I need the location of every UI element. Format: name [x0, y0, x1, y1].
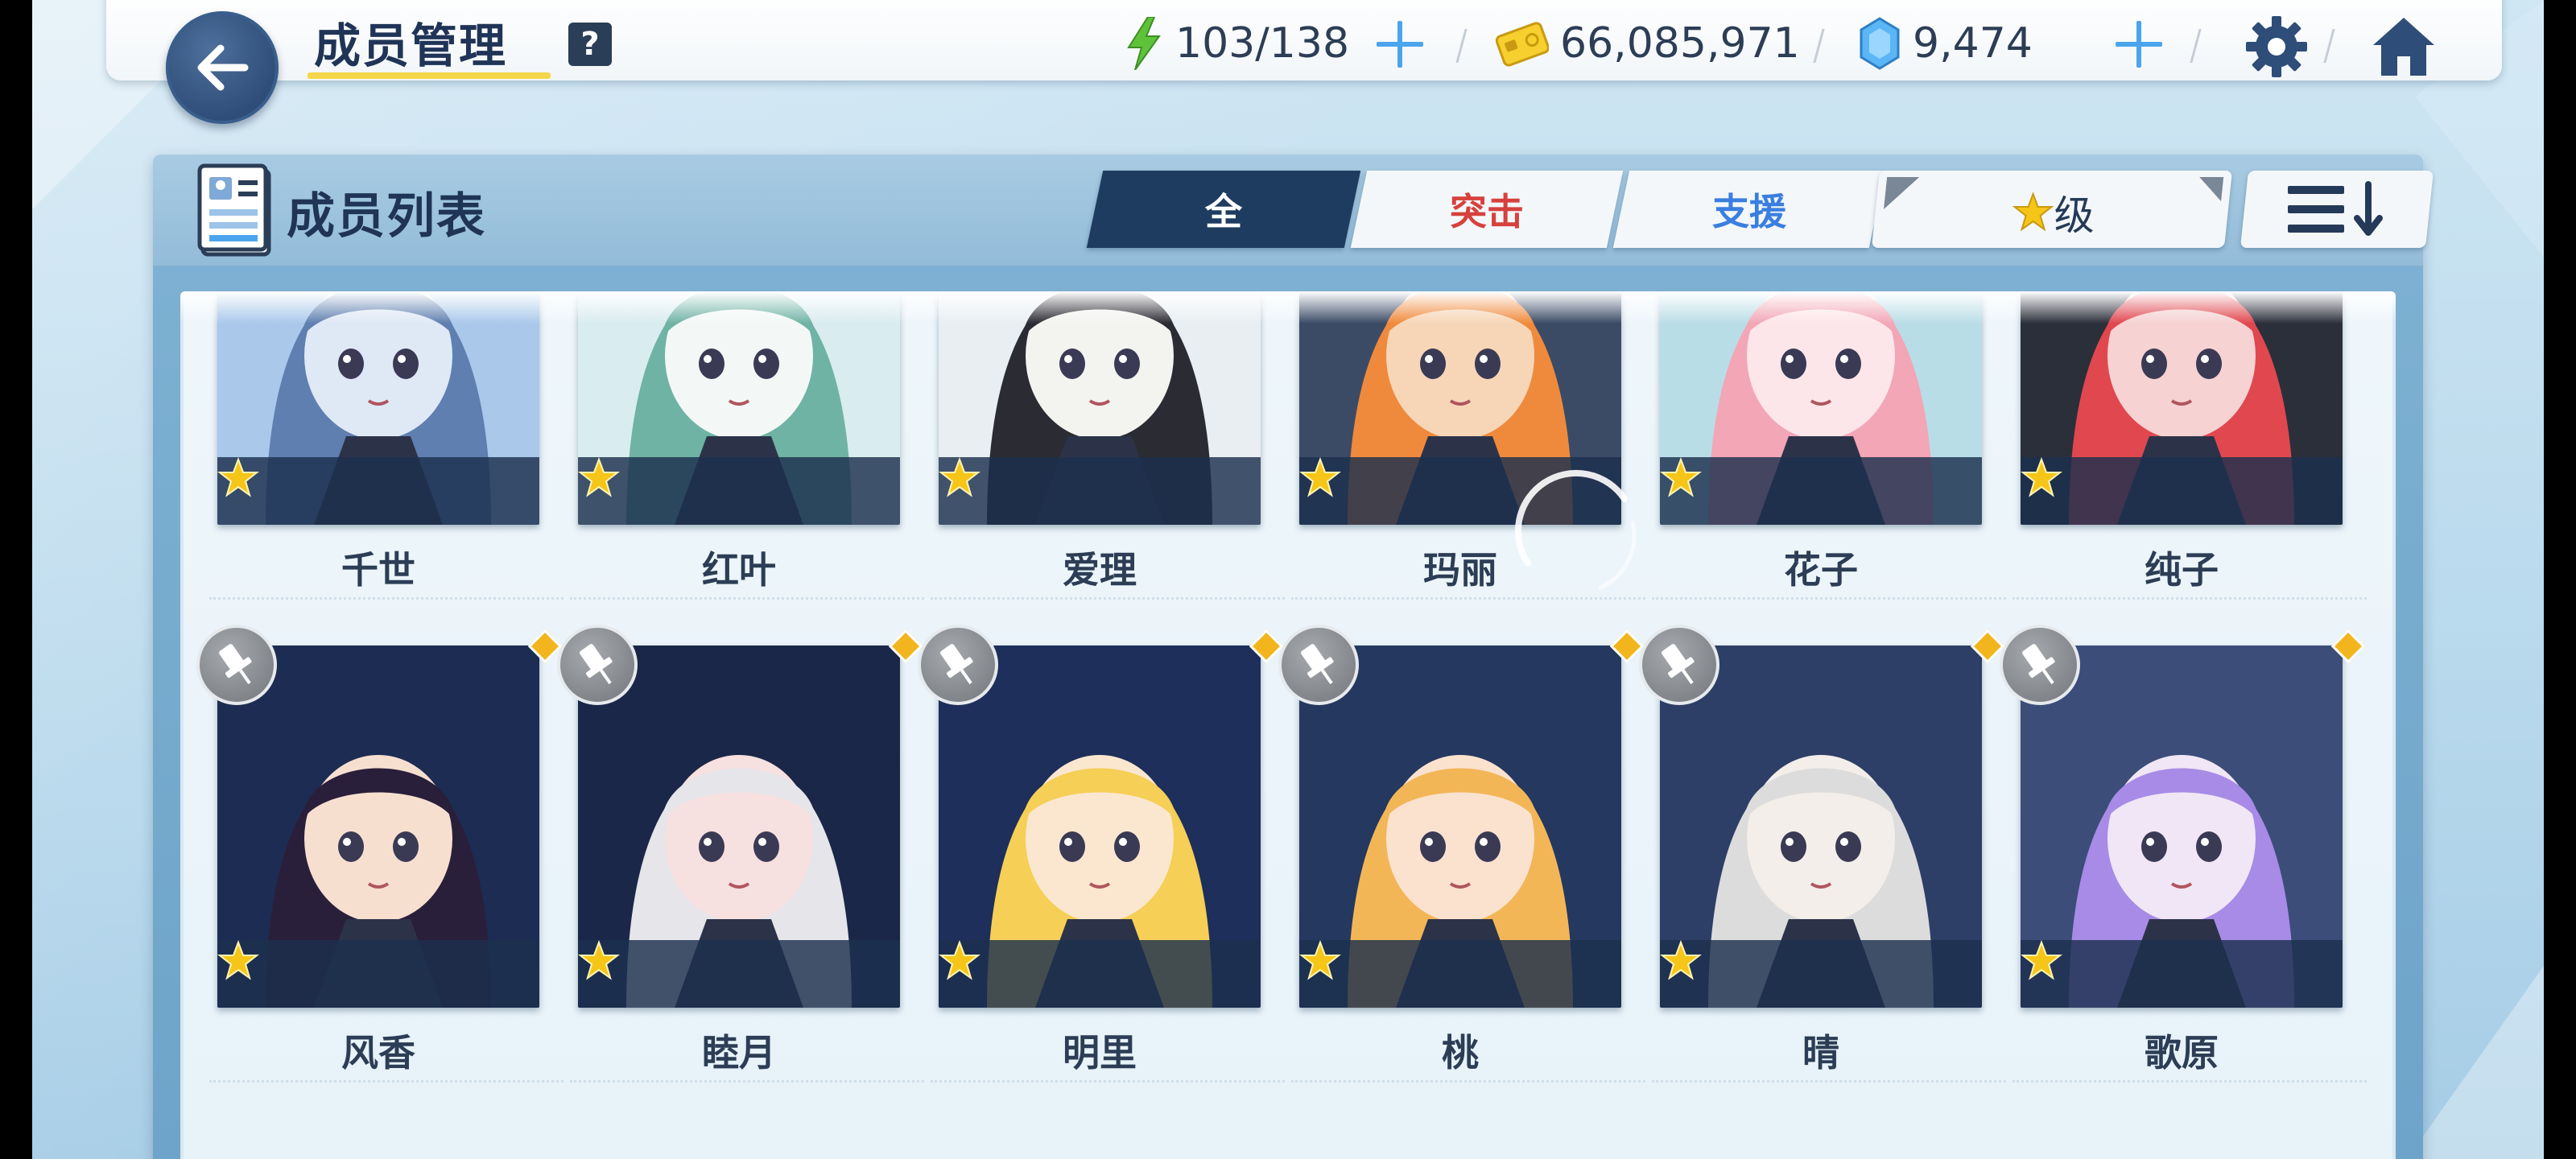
credits-display: 66,085,971	[1496, 11, 1800, 76]
divider	[2013, 597, 2367, 601]
gems-value: 9,474	[1913, 19, 2033, 68]
back-arrow-icon	[197, 44, 249, 91]
star-filter-dropdown[interactable]: 级	[1871, 171, 2233, 248]
character-name: 纯子	[2145, 548, 2219, 592]
home-icon	[2373, 18, 2434, 76]
back-button[interactable]	[166, 11, 279, 124]
star-rating	[1299, 940, 1621, 1008]
character-portrait	[2021, 291, 2343, 525]
character-name: 睦月	[702, 1031, 776, 1074]
filter-label: 级	[2054, 192, 2095, 239]
page-title: 成员管理	[314, 19, 508, 73]
pin-icon[interactable]	[2000, 625, 2080, 705]
character-name: 歌原	[2145, 1031, 2219, 1074]
star-rating	[1660, 940, 1982, 1008]
pin-icon[interactable]	[1639, 625, 1719, 705]
character-card[interactable]: 歌原	[2000, 625, 2367, 1096]
star-icon	[2012, 192, 2054, 232]
stamina-value: 103/138	[1175, 19, 1350, 68]
member-list-panel: 成员列表 全 突击 支援 级 千世 红叶 爱理 玛丽 花子 纯子 风香 睦月 明…	[153, 155, 2434, 1159]
settings-button[interactable]	[2243, 13, 2310, 80]
star-rating	[578, 940, 900, 1008]
tab-assault-label: 突击	[1450, 190, 1524, 233]
title-underline	[308, 72, 551, 79]
character-card[interactable]: 明里	[918, 625, 1285, 1096]
character-card[interactable]: 晴	[1639, 625, 2006, 1096]
tab-support[interactable]: 支援	[1612, 171, 1886, 248]
tab-all[interactable]: 全	[1086, 171, 1361, 248]
add-gems-button[interactable]	[2116, 21, 2162, 68]
tab-support-label: 支援	[1712, 190, 1786, 233]
dropdown-corner-icon	[2197, 177, 2224, 201]
character-name: 风香	[341, 1031, 415, 1074]
divider	[570, 597, 924, 601]
character-portrait	[939, 291, 1261, 525]
filter-icon	[1884, 177, 1920, 209]
panel-title: 成员列表	[287, 188, 486, 245]
character-portrait	[578, 291, 900, 525]
character-name: 爱理	[1063, 548, 1137, 592]
character-portrait	[1660, 291, 1982, 525]
filter-label-wrap: 级	[2012, 184, 2095, 241]
character-name: 桃	[1442, 1031, 1479, 1074]
list-top-fade	[180, 291, 2396, 324]
character-card[interactable]: 风香	[196, 625, 564, 1096]
character-name: 红叶	[702, 548, 776, 592]
lightning-icon	[1127, 17, 1161, 70]
divider	[209, 1080, 564, 1084]
tab-assault[interactable]: 突击	[1350, 171, 1624, 248]
character-card[interactable]: 桃	[1278, 625, 1645, 1096]
star-rating	[217, 457, 539, 525]
pin-icon[interactable]	[557, 625, 638, 705]
star-rating	[1660, 457, 1982, 525]
divider	[1652, 597, 2006, 601]
panel-header: 成员列表 全 突击 支援 级	[153, 155, 2434, 266]
divider	[931, 1080, 1285, 1084]
loading-spinner-icon	[1514, 469, 1637, 590]
star-rating	[217, 940, 539, 1008]
tab-all-label: 全	[1205, 190, 1242, 233]
divider	[570, 1080, 924, 1084]
credits-value: 66,085,971	[1560, 19, 1800, 68]
add-stamina-button[interactable]	[1377, 21, 1423, 68]
star-rating	[939, 940, 1261, 1008]
character-name: 花子	[1784, 548, 1858, 592]
pin-icon[interactable]	[196, 625, 277, 705]
divider	[2013, 1080, 2367, 1084]
character-card[interactable]: 睦月	[557, 625, 924, 1096]
stamina-display: 103/138	[1124, 11, 1349, 76]
character-portrait	[217, 291, 539, 525]
gem-icon	[1860, 17, 1900, 70]
character-name: 千世	[341, 548, 415, 592]
member-list[interactable]: 千世 红叶 爱理 玛丽 花子 纯子 风香 睦月 明里 桃 晴 歌原	[180, 291, 2396, 1159]
divider	[209, 597, 564, 601]
game-screen: 成员管理 ? 103/138 66,085,971 9,474 成员列表 全 突…	[32, 0, 2544, 1159]
gear-icon	[2246, 16, 2307, 77]
home-button[interactable]	[2370, 13, 2438, 80]
divider	[931, 597, 1285, 601]
help-button[interactable]: ?	[568, 23, 612, 66]
character-name: 晴	[1802, 1031, 1839, 1074]
gems-display: 9,474	[1858, 11, 2033, 76]
star-rating	[939, 457, 1261, 525]
star-rating	[2021, 457, 2343, 525]
pin-icon[interactable]	[918, 625, 998, 705]
sort-button[interactable]	[2240, 171, 2434, 248]
divider	[1291, 1080, 1645, 1084]
divider	[1652, 1080, 2006, 1084]
sort-descending-icon	[2288, 181, 2383, 236]
star-rating	[578, 457, 900, 525]
character-name: 明里	[1063, 1031, 1137, 1074]
star-rating	[2021, 940, 2343, 1008]
pin-icon[interactable]	[1278, 625, 1359, 705]
credit-card-icon	[1496, 22, 1549, 67]
roster-icon	[197, 163, 271, 257]
